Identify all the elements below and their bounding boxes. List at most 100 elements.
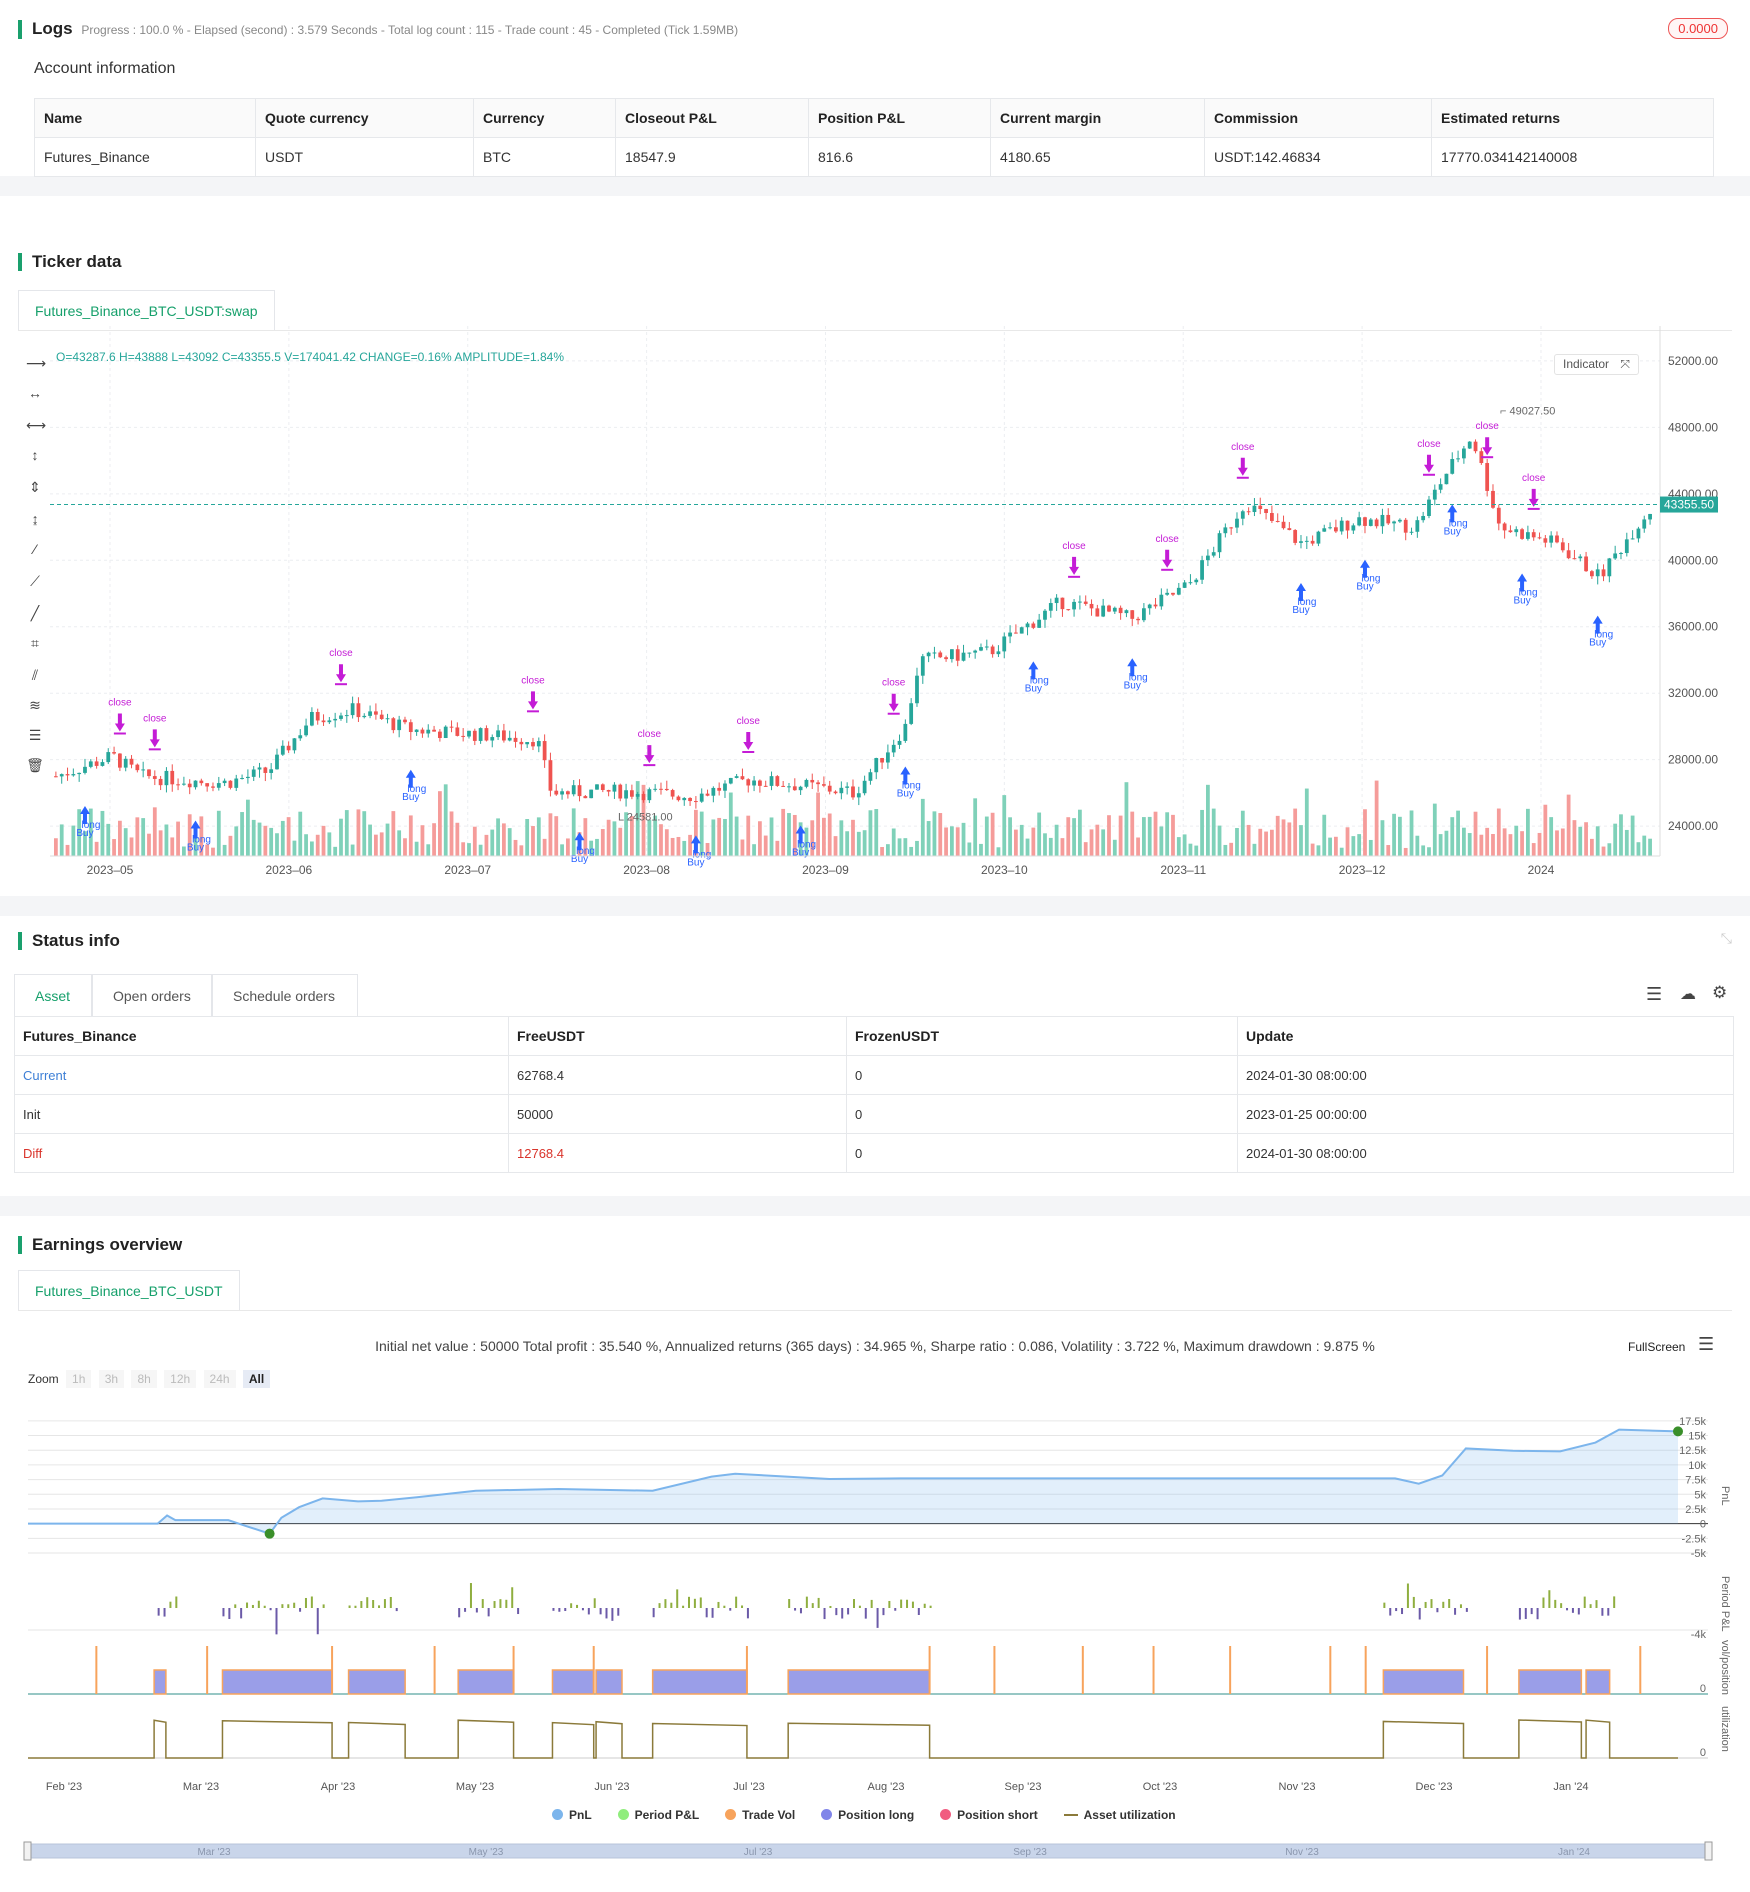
collapse-icon[interactable]: ⤡ — [1721, 930, 1732, 947]
earnings-chart[interactable]: 17.5k 15k 12.5k 10k 7.5k 5k 2.5k 0 -2.5k -5k PnL -4… — [0, 1216, 1750, 1892]
volume-bar — [1537, 832, 1542, 856]
candle-body — [752, 780, 756, 786]
period-bar — [1589, 1604, 1592, 1608]
volume-bar — [1078, 809, 1082, 856]
gear-icon[interactable]: ⚙ — [1712, 983, 1727, 1003]
period-bar — [611, 1608, 614, 1621]
period-bar — [469, 1583, 472, 1608]
legend-asset-util[interactable]: Asset utilization — [1063, 1808, 1176, 1822]
candle-body — [403, 719, 407, 723]
legend-position-short[interactable]: Position short — [940, 1808, 1038, 1822]
candle-body — [507, 737, 512, 741]
volume-bar — [1031, 827, 1036, 856]
candle-body — [624, 790, 628, 799]
candle-body — [595, 784, 599, 790]
tab-schedule-orders[interactable]: Schedule orders — [212, 974, 358, 1016]
volume-bar — [752, 844, 756, 856]
status-panel: Status info ⤡ Asset Open orders Schedule… — [0, 916, 1750, 1196]
volume-bar — [600, 829, 605, 856]
candle-body — [408, 722, 413, 733]
price-tick-label: 28000.00 — [1668, 753, 1718, 767]
tab-open-orders[interactable]: Open orders — [92, 974, 212, 1016]
navigator-handle-right — [1704, 1841, 1713, 1861]
period-bar — [741, 1605, 744, 1608]
candle-body — [484, 728, 489, 741]
volume-bar — [816, 792, 820, 856]
period-bar — [169, 1601, 172, 1608]
volume-bar — [868, 810, 873, 856]
legend-trade-vol[interactable]: Trade Vol — [725, 1808, 795, 1822]
cloud-download-icon[interactable]: ☁ — [1680, 984, 1696, 1004]
volume-bar — [664, 829, 669, 856]
volume-bar — [1368, 839, 1373, 856]
candle-body — [1287, 528, 1292, 531]
candle-body — [1648, 513, 1652, 520]
row-label-diff: Diff — [14, 1133, 509, 1173]
candle-body — [1235, 518, 1239, 528]
volume-bar — [595, 838, 599, 856]
candle-body — [1462, 448, 1466, 459]
candle-body — [1322, 528, 1327, 532]
volume-bar — [839, 820, 844, 856]
candle-body — [1107, 605, 1111, 612]
period-bar — [251, 1604, 254, 1608]
legend-short-label: Position short — [957, 1808, 1038, 1822]
candle-body — [630, 790, 634, 797]
volume-bar — [1066, 817, 1071, 856]
indicator-label: Indicator — [1563, 357, 1610, 371]
long-label: long — [1298, 597, 1317, 608]
candle-body — [420, 729, 425, 734]
candle-body — [822, 784, 826, 786]
period-bar — [617, 1608, 620, 1616]
indicator-button[interactable]: Indicator ⤧ — [1554, 354, 1639, 375]
volume-bar — [1258, 828, 1263, 856]
candle-body — [886, 752, 890, 763]
period-bar — [1571, 1608, 1574, 1613]
candle-body — [1211, 552, 1216, 556]
candle-body — [344, 715, 349, 717]
close-label: close — [1155, 534, 1179, 545]
candle-body — [519, 741, 524, 745]
volume-bar — [1211, 808, 1216, 856]
candle-body — [1171, 592, 1175, 595]
volume-bar — [967, 842, 972, 856]
period-bar — [1566, 1608, 1569, 1611]
candle-body — [147, 769, 151, 777]
period-bar — [517, 1608, 520, 1615]
period-bar — [360, 1601, 363, 1608]
legend-pnl[interactable]: PnL — [552, 1808, 592, 1822]
legend-position-long[interactable]: Position long — [821, 1808, 914, 1822]
period-bar — [605, 1608, 608, 1619]
row-label-current[interactable]: Current — [14, 1055, 509, 1095]
volume-bar — [1002, 795, 1007, 856]
volume-bar — [926, 821, 931, 856]
list-icon[interactable]: ☰ — [1646, 984, 1662, 1005]
candle-body — [1072, 601, 1076, 610]
long-label: long — [82, 820, 101, 831]
period-bar — [395, 1608, 398, 1612]
candle-body — [938, 652, 943, 658]
tab-asset[interactable]: Asset — [14, 974, 92, 1016]
low-price-label: L 24581.00 — [618, 811, 673, 823]
period-bar — [723, 1605, 726, 1608]
candle-body — [1153, 604, 1158, 607]
candle-body — [1060, 597, 1065, 610]
candle-body — [723, 783, 727, 791]
legend-period-pnl[interactable]: Period P&L — [617, 1808, 699, 1822]
period-bar — [378, 1605, 381, 1608]
volume-bar — [112, 839, 116, 856]
candle-body — [758, 780, 762, 786]
logs-title-text: Logs — [32, 19, 73, 38]
candlestick-chart[interactable]: BuylongclosecloseBuylongcloseBuylongclos… — [0, 196, 1750, 896]
volume-bar — [1334, 836, 1338, 856]
candle-body — [554, 790, 559, 795]
volume-bar — [1560, 828, 1565, 856]
sell-arrow-icon — [1423, 454, 1434, 473]
candles — [54, 439, 1652, 809]
volume-bar — [1496, 808, 1501, 856]
candle-body — [542, 741, 547, 761]
volume-bar — [333, 846, 338, 856]
period-bar — [505, 1599, 508, 1608]
sell-arrow-icon — [527, 691, 538, 710]
candle-body — [531, 742, 535, 747]
